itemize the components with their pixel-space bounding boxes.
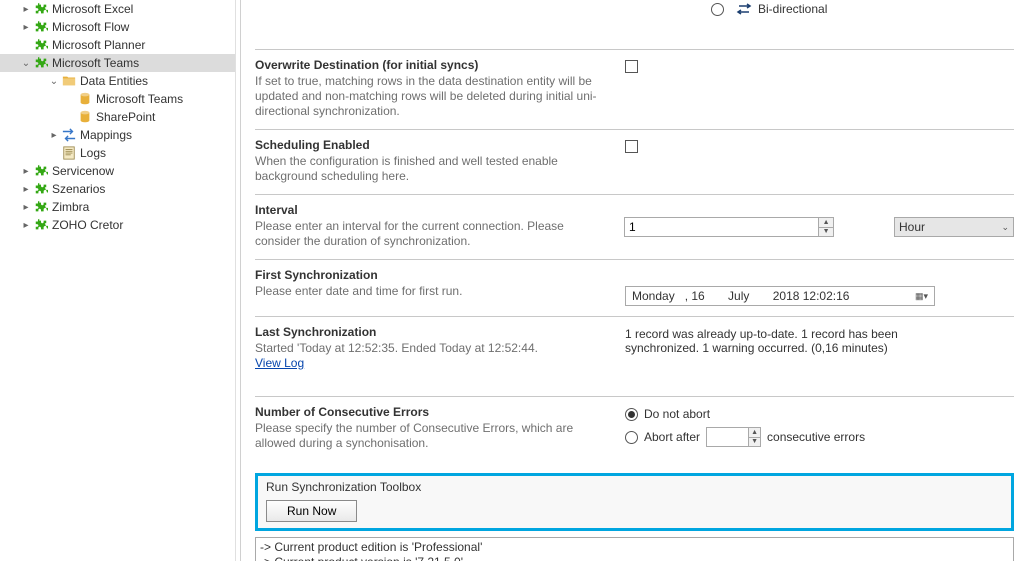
expander-icon[interactable]: ▸ [48, 129, 60, 141]
label-interval-title: Interval [255, 203, 612, 217]
tree-item-entity-sharepoint[interactable]: SharePoint [0, 108, 235, 126]
log-line: -> Current product version is '7.21.5.0' [260, 555, 1009, 561]
label-overwrite-title: Overwrite Destination (for initial syncs… [255, 58, 613, 72]
tree-label: SharePoint [96, 110, 155, 124]
main-panel: Bi-directional Overwrite Destination (fo… [241, 0, 1024, 561]
db-icon [78, 110, 92, 124]
tree-item-ms-teams[interactable]: ⌄ Microsoft Teams [0, 54, 235, 72]
radio-icon [625, 408, 638, 421]
tree-label: Microsoft Excel [52, 2, 133, 16]
chevron-down-icon: ⌄ [1001, 222, 1009, 233]
expander-icon[interactable]: ▸ [20, 3, 32, 15]
run-sync-toolbox: Run Synchronization Toolbox Run Now [255, 473, 1014, 531]
puzzle-icon [34, 56, 48, 70]
folder-icon [62, 74, 76, 88]
datetime-value: Monday , 16 July 2018 12:02:16 [632, 289, 849, 303]
tree-item-data-entities[interactable]: ⌄ Data Entities [0, 72, 235, 90]
first-sync-datetime[interactable]: Monday , 16 July 2018 12:02:16 ▦▾ [625, 286, 935, 306]
puzzle-icon [34, 164, 48, 178]
radio-abort-after[interactable]: Abort after ▲▼ consecutive errors [625, 427, 865, 447]
expander-icon[interactable]: ▸ [20, 165, 32, 177]
toolbox-title: Run Synchronization Toolbox [266, 480, 1003, 494]
tree-label: ZOHO Cretor [52, 218, 123, 232]
tree-label: Microsoft Planner [52, 38, 145, 52]
tree-item-mappings[interactable]: ▸ Mappings [0, 126, 235, 144]
label-interval-desc: Please enter an interval for the current… [255, 219, 612, 249]
label-overwrite-desc: If set to true, matching rows in the dat… [255, 74, 613, 119]
dropdown-value: Hour [899, 220, 925, 234]
interval-unit-dropdown[interactable]: Hour ⌄ [894, 217, 1014, 237]
label-sched-desc: When the configuration is finished and w… [255, 154, 613, 184]
label-first-desc: Please enter date and time for first run… [255, 284, 613, 299]
tree-item-entity-teams[interactable]: Microsoft Teams [0, 90, 235, 108]
expander-icon[interactable]: ▸ [20, 21, 32, 33]
logs-icon [62, 146, 76, 160]
radio-label-prefix: Abort after [644, 430, 700, 444]
tree-item-servicenow[interactable]: ▸ Servicenow [0, 162, 235, 180]
tree-item-zoho[interactable]: ▸ ZOHO Cretor [0, 216, 235, 234]
tree-item-szenarios[interactable]: ▸ Szenarios [0, 180, 235, 198]
error-count-spinner[interactable]: ▲▼ [706, 427, 761, 447]
calendar-dropdown-icon[interactable]: ▦▾ [915, 291, 928, 302]
tree-item-ms-planner[interactable]: Microsoft Planner [0, 36, 235, 54]
tree-label: Szenarios [52, 182, 105, 196]
view-log-link[interactable]: View Log [255, 356, 304, 370]
label-errors-title: Number of Consecutive Errors [255, 405, 613, 419]
tree-label: Mappings [80, 128, 132, 142]
label-last-desc: Started 'Today at 12:52:35. Ended Today … [255, 341, 613, 356]
label-errors-desc: Please specify the number of Consecutive… [255, 421, 613, 451]
puzzle-icon [34, 218, 48, 232]
tree-label: Data Entities [80, 74, 148, 88]
spinner-arrows[interactable]: ▲▼ [748, 428, 760, 446]
interval-input[interactable] [625, 218, 818, 236]
tree-item-ms-excel[interactable]: ▸ Microsoft Excel [0, 0, 235, 18]
scheduling-checkbox[interactable] [625, 140, 638, 153]
log-output: -> Current product edition is 'Professio… [255, 537, 1014, 561]
radio-icon [711, 3, 724, 16]
label-last-title: Last Synchronization [255, 325, 613, 339]
last-sync-status: 1 record was already up-to-date. 1 recor… [625, 327, 965, 355]
label-sched-title: Scheduling Enabled [255, 138, 613, 152]
puzzle-icon [34, 182, 48, 196]
tree-label: Logs [80, 146, 106, 160]
radio-label: Do not abort [644, 407, 710, 421]
tree-label: Microsoft Teams [96, 92, 183, 106]
tree-label: Zimbra [52, 200, 89, 214]
expander-icon[interactable]: ▸ [20, 183, 32, 195]
error-count-input[interactable] [707, 428, 748, 446]
tree-item-ms-flow[interactable]: ▸ Microsoft Flow [0, 18, 235, 36]
tree-item-zimbra[interactable]: ▸ Zimbra [0, 198, 235, 216]
label-first-title: First Synchronization [255, 268, 613, 282]
tree-item-logs[interactable]: Logs [0, 144, 235, 162]
navigation-tree: ▸ Microsoft Excel ▸ Microsoft Flow Micro… [0, 0, 235, 561]
radio-label: Bi-directional [758, 2, 827, 16]
radio-label-suffix: consecutive errors [767, 430, 865, 444]
run-now-button[interactable]: Run Now [266, 500, 357, 522]
puzzle-icon [34, 38, 48, 52]
overwrite-checkbox[interactable] [625, 60, 638, 73]
radio-icon [625, 431, 638, 444]
expander-icon[interactable]: ⌄ [48, 75, 60, 87]
spinner-arrows[interactable]: ▲▼ [818, 218, 833, 236]
tree-label: Microsoft Teams [52, 56, 139, 70]
tree-label: Servicenow [52, 164, 114, 178]
expander-icon[interactable]: ▸ [20, 201, 32, 213]
puzzle-icon [34, 2, 48, 16]
expander-icon[interactable]: ▸ [20, 219, 32, 231]
tree-label: Microsoft Flow [52, 20, 129, 34]
puzzle-icon [34, 20, 48, 34]
interval-spinner[interactable]: ▲▼ [624, 217, 834, 237]
radio-bidirectional[interactable]: Bi-directional [711, 2, 827, 16]
log-line: -> Current product edition is 'Professio… [260, 540, 1009, 555]
expander-icon[interactable]: ⌄ [20, 57, 32, 69]
radio-do-not-abort[interactable]: Do not abort [625, 407, 710, 421]
mappings-icon [62, 128, 76, 142]
bidirectional-icon [735, 3, 753, 15]
puzzle-icon [34, 200, 48, 214]
db-icon [78, 92, 92, 106]
